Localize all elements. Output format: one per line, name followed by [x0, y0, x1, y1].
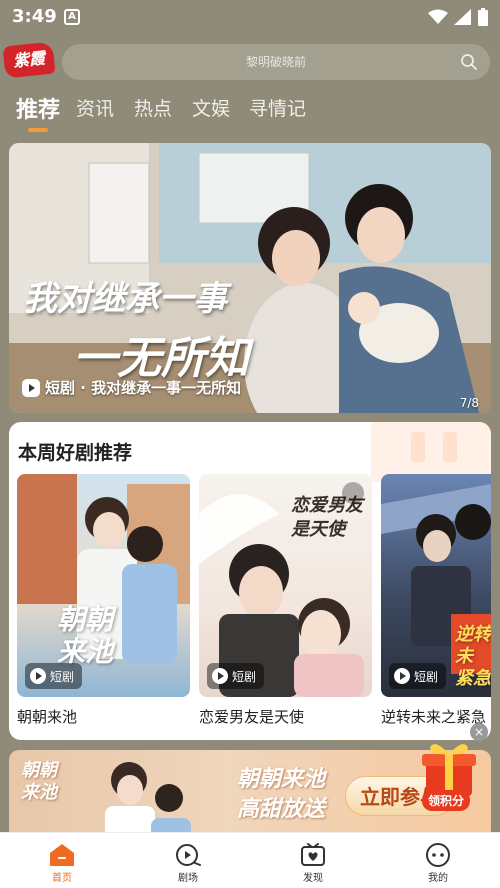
status-bar: 3:49 A	[0, 0, 500, 34]
tab-indicator	[28, 128, 48, 132]
tab-romance[interactable]: 寻情记	[249, 94, 306, 121]
badge-label: 短剧	[232, 669, 257, 684]
search-icon[interactable]	[460, 53, 478, 71]
section-title: 本周好剧推荐	[18, 442, 133, 464]
nav-home[interactable]: 首页	[22, 833, 102, 888]
battery-icon	[478, 8, 488, 26]
short-drama-badge: 短剧	[207, 663, 265, 689]
app-logo[interactable]: 紫霞	[2, 41, 56, 79]
poster-3-title-art: 逆转未 紧急	[455, 624, 491, 689]
status-time: 3:49	[12, 6, 57, 27]
drama-poster-2[interactable]: 恋爱男友 是天使 短剧	[199, 474, 372, 697]
search-placeholder: 黎明破晓前	[245, 55, 306, 69]
poster-play-icon[interactable]	[342, 482, 364, 504]
nav-profile[interactable]: 我的	[398, 833, 478, 888]
tab-recommend[interactable]: 推荐	[16, 92, 60, 124]
banner-page-counter: 7/8	[459, 396, 479, 410]
tab-news[interactable]: 资讯	[76, 94, 114, 121]
discover-icon	[301, 843, 325, 866]
status-icons	[428, 8, 488, 26]
nav-home-label: 首页	[52, 873, 72, 884]
nav-discover-label: 发现	[303, 873, 323, 884]
drama-poster-3[interactable]: 逆转未 紧急 短剧	[381, 474, 491, 697]
bottom-nav: 首页 剧场 发现 我的	[0, 832, 500, 888]
short-drama-badge: 短剧	[25, 663, 83, 689]
close-ad-icon[interactable]: ×	[470, 723, 488, 741]
promo-slogan: 朝朝来池 高甜放送	[237, 764, 325, 824]
promo-slogan-line2: 高甜放送	[237, 796, 326, 822]
promo-slogan-line1: 朝朝来池	[237, 766, 326, 792]
weekly-recommendations: 本周好剧推荐 朝朝 来池 短剧 朝朝来池 恋爱男友 是天使 短剧 恋爱男友是天使…	[9, 422, 491, 740]
play-icon	[212, 668, 228, 684]
banner-caption-text: 短剧 · 我对继承一事一无所知	[45, 379, 242, 397]
notification-a-icon: A	[64, 9, 80, 25]
nav-profile-label: 我的	[428, 873, 448, 884]
drama-name-1[interactable]: 朝朝来池	[17, 706, 77, 727]
banner-caption: 短剧 · 我对继承一事一无所知	[21, 377, 241, 398]
banner-title: 我对继承一事 一无所知	[23, 271, 249, 386]
drama-name-3[interactable]: 逆转未来之紧急	[381, 706, 486, 727]
nav-discover[interactable]: 发现	[273, 833, 353, 888]
badge-label: 短剧	[414, 669, 439, 684]
short-drama-badge: 短剧	[389, 663, 447, 689]
play-icon	[30, 668, 46, 684]
badge-label: 短剧	[50, 669, 75, 684]
category-tabs: 推荐 资讯 热点 文娱 寻情记	[0, 90, 500, 136]
theater-icon	[176, 844, 201, 866]
promo-banner[interactable]: 朝朝 来池 朝朝来池 高甜放送 立即参与	[9, 750, 491, 840]
signal-icon	[454, 9, 471, 25]
promo-left-text: 朝朝 来池	[21, 760, 57, 803]
search-input[interactable]: 黎明破晓前	[62, 44, 490, 80]
gift-label[interactable]: 领积分	[422, 790, 471, 811]
banner-title-line1: 我对继承一事	[23, 279, 227, 319]
tab-hot[interactable]: 热点	[134, 94, 172, 121]
tab-entertainment[interactable]: 文娱	[192, 94, 230, 121]
nav-theater-label: 剧场	[178, 873, 198, 884]
profile-icon	[426, 843, 450, 867]
nav-theater[interactable]: 剧场	[148, 833, 228, 888]
top-header: 紫霞 黎明破晓前	[0, 34, 500, 86]
play-icon	[22, 378, 40, 397]
card-decoration	[371, 422, 491, 482]
hero-banner[interactable]: 我对继承一事 一无所知 短剧 · 我对继承一事一无所知 7/8	[9, 143, 491, 413]
drama-name-2[interactable]: 恋爱男友是天使	[199, 706, 304, 727]
wifi-icon	[428, 9, 448, 24]
drama-poster-1[interactable]: 朝朝 来池 短剧	[17, 474, 190, 697]
home-icon	[50, 844, 74, 866]
play-icon	[394, 668, 410, 684]
poster-1-title-art: 朝朝 来池	[57, 603, 114, 668]
